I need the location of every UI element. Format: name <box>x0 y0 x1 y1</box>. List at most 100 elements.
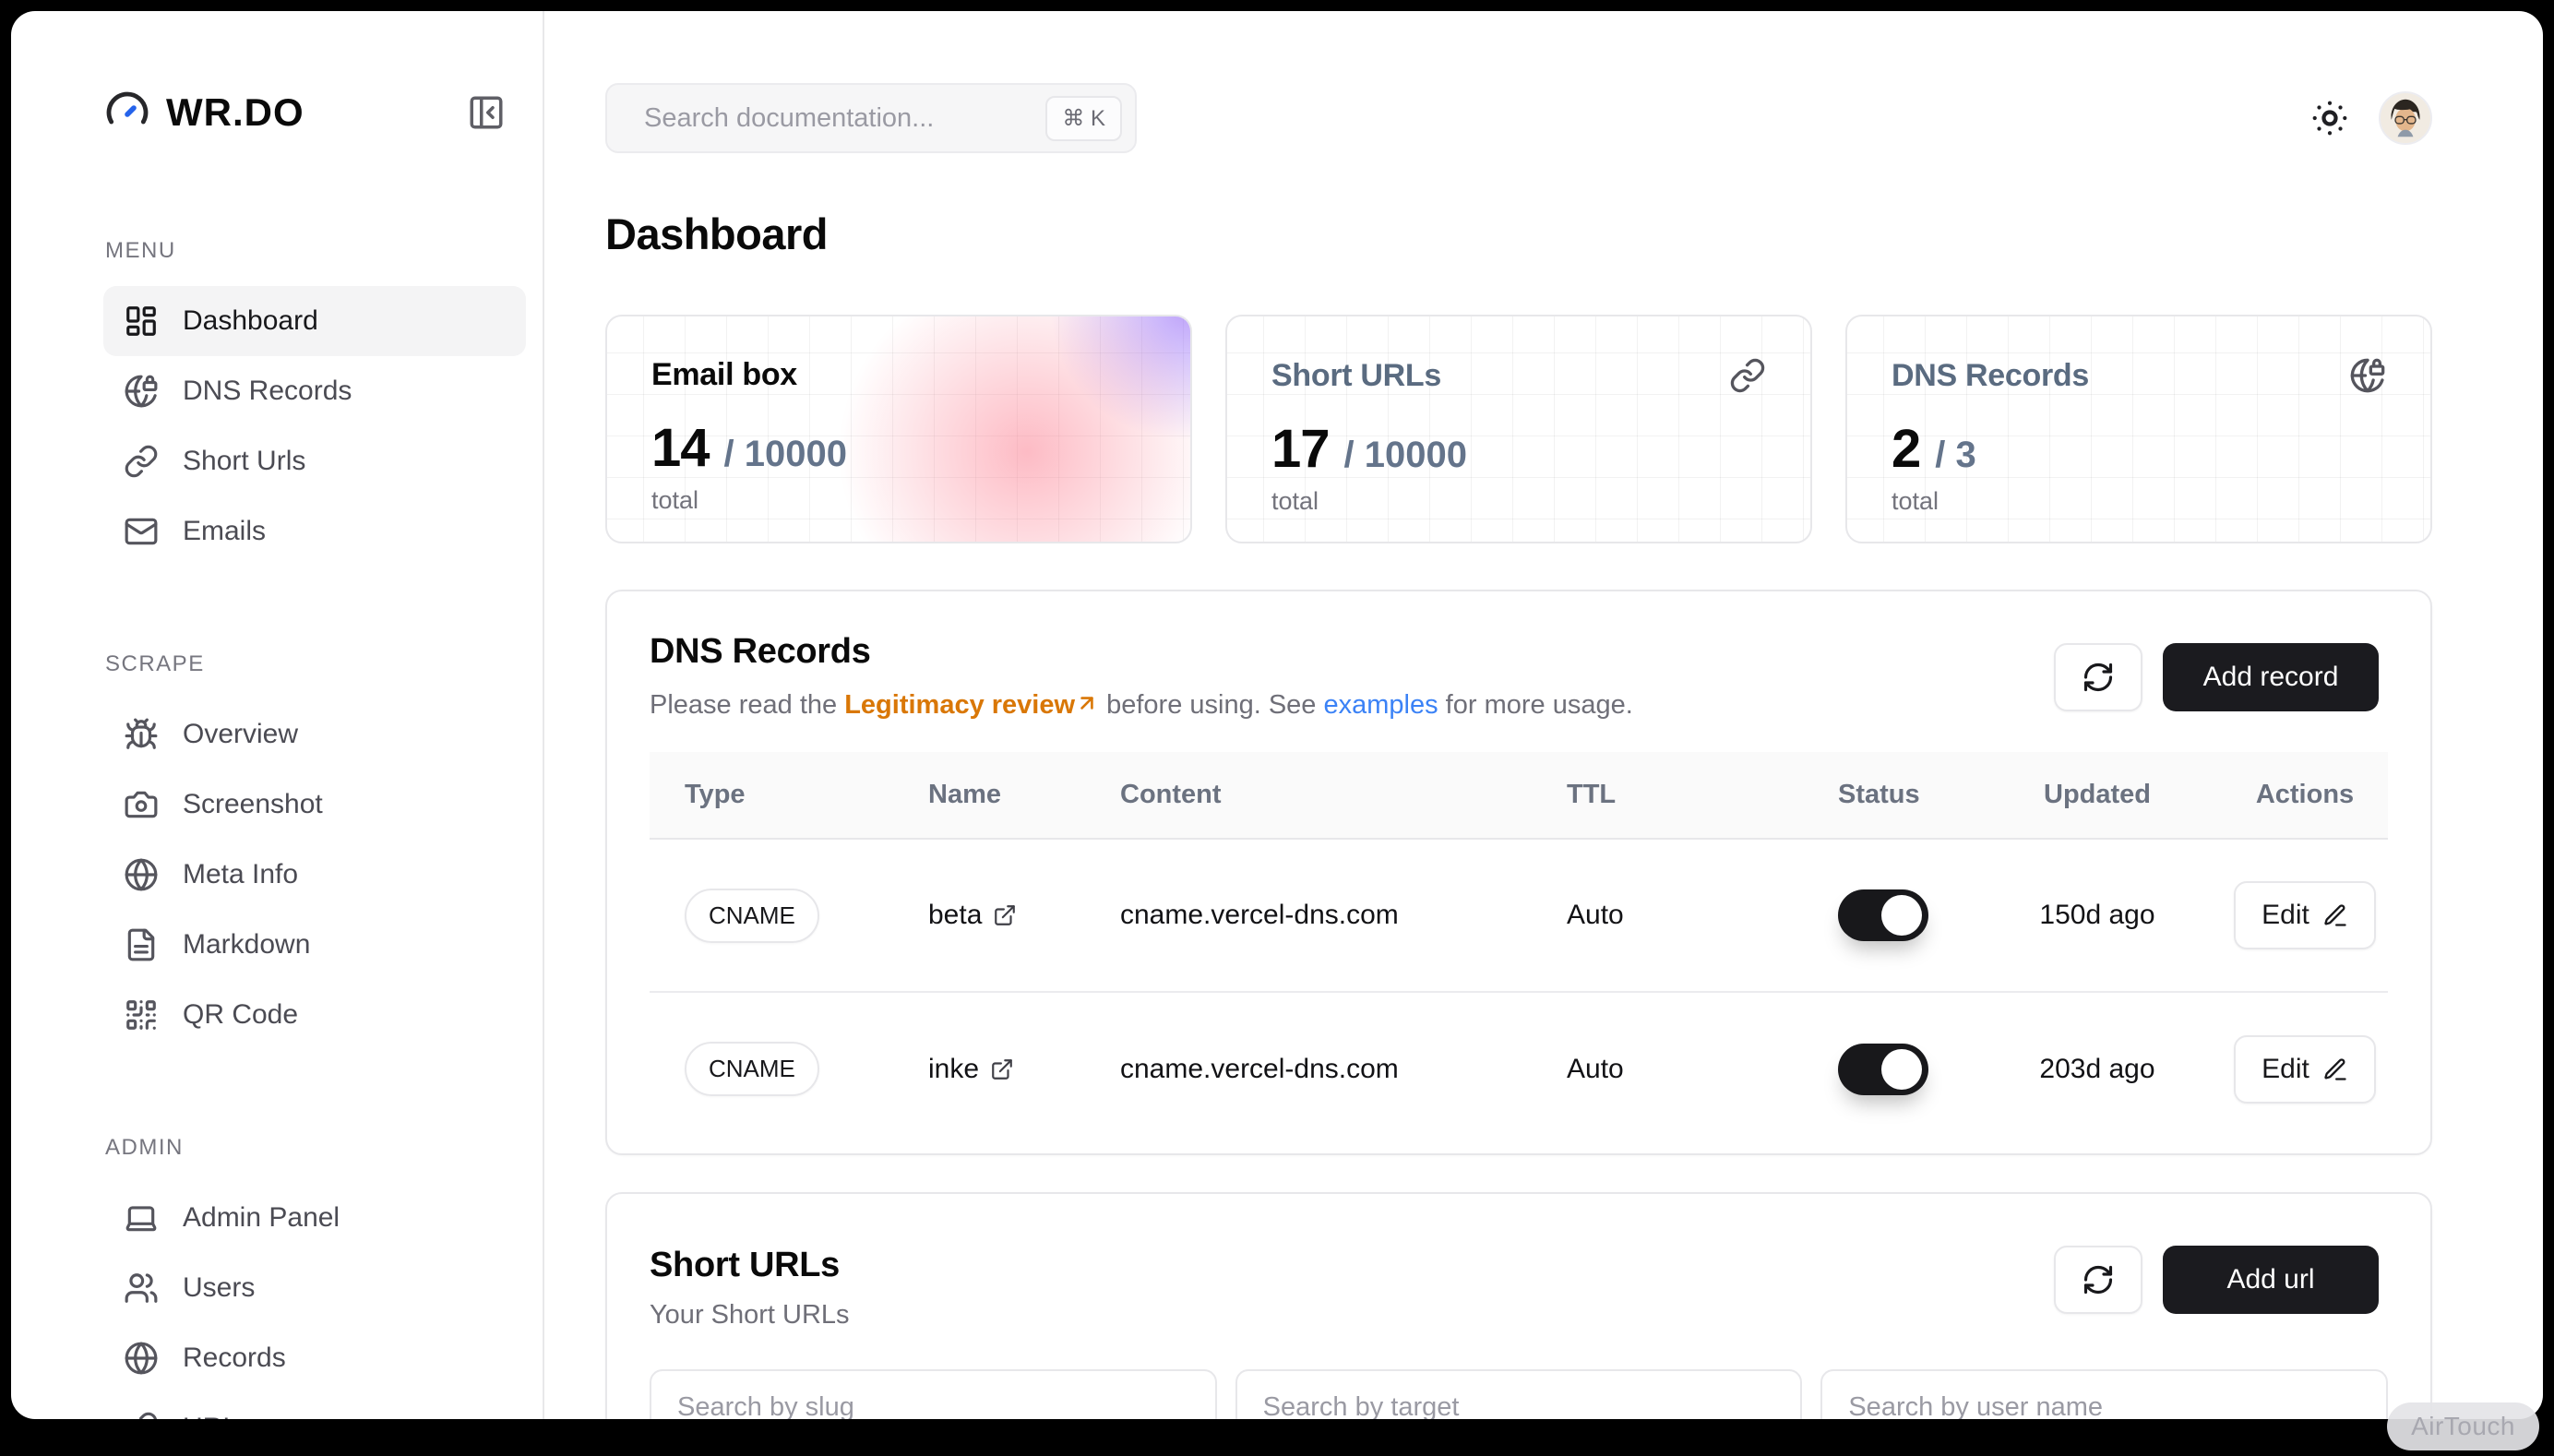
dns-records-panel: DNS Records Please read the Legitimacy r… <box>605 590 2432 1155</box>
edit-label: Edit <box>2262 900 2309 931</box>
sidebar-item-short-urls[interactable]: Short Urls <box>103 426 526 496</box>
sidebar-item-markdown[interactable]: Markdown <box>103 910 526 980</box>
stats-row: Email box 14 / 10000 total Short URLs 17 <box>605 315 2432 543</box>
record-updated: 150d ago <box>1973 839 2222 992</box>
examples-link[interactable]: examples <box>1324 690 1438 720</box>
stat-caption: total <box>651 486 1146 515</box>
users-icon <box>124 1271 159 1306</box>
external-link-icon[interactable] <box>990 1057 1014 1081</box>
legitimacy-review-link[interactable]: Legitimacy review <box>844 690 1075 720</box>
mail-icon <box>124 514 159 549</box>
stat-limit: / 10000 <box>1344 435 1467 476</box>
short-urls-panel: Short URLs Your Short URLs Add url <box>605 1192 2432 1419</box>
record-type-badge: CNAME <box>685 889 819 943</box>
search-by-user-name-input[interactable] <box>1820 1369 2388 1419</box>
sidebar-item-dns-records[interactable]: DNS Records <box>103 356 526 426</box>
refresh-button[interactable] <box>2054 1246 2142 1314</box>
sidebar-item-qr-code[interactable]: QR Code <box>103 980 526 1050</box>
sidebar-item-label: Overview <box>183 719 298 750</box>
record-type-badge: CNAME <box>685 1042 819 1096</box>
app-name: WR.DO <box>166 90 304 135</box>
sidebar-item-meta-info[interactable]: Meta Info <box>103 840 526 910</box>
toggle-knob <box>1881 895 1922 936</box>
qr-code-icon <box>124 997 159 1032</box>
record-updated: 203d ago <box>1973 992 2222 1145</box>
sidebar-item-overview[interactable]: Overview <box>103 699 526 770</box>
add-url-button[interactable]: Add url <box>2163 1246 2379 1314</box>
status-toggle[interactable] <box>1838 1044 1928 1095</box>
page-title: Dashboard <box>605 209 2432 259</box>
sidebar-item-label: Meta Info <box>183 859 298 890</box>
sidebar-item-label: Users <box>183 1272 255 1304</box>
desc-text: Please read the <box>650 690 844 720</box>
sidebar-item-label: QR Code <box>183 999 298 1031</box>
arrow-up-right-icon <box>1075 691 1099 715</box>
refresh-button[interactable] <box>2054 643 2142 711</box>
sidebar-item-label: Emails <box>183 516 266 547</box>
main-content: Search documentation... ⌘ K <box>544 11 2543 1419</box>
col-header-updated: Updated <box>1973 752 2222 839</box>
stat-card-title: Email box <box>651 357 797 393</box>
stat-caption: total <box>1892 487 2386 516</box>
bug-icon <box>124 717 159 752</box>
edit-button[interactable]: Edit <box>2234 1035 2376 1104</box>
stat-card-email-box: Email box 14 / 10000 total <box>605 315 1192 543</box>
sidebar-item-screenshot[interactable]: Screenshot <box>103 770 526 840</box>
stat-value: 17 <box>1271 418 1330 480</box>
col-header-status: Status <box>1803 752 1973 839</box>
pen-icon <box>2322 1056 2348 1082</box>
desc-text: for more usage. <box>1438 690 1633 720</box>
sidebar-nav: MENU Dashboard DNS Records <box>11 238 543 1419</box>
refresh-icon <box>2082 1263 2115 1296</box>
globe-lock-icon <box>2349 357 2386 394</box>
record-content: cname.vercel-dns.com <box>1085 992 1532 1145</box>
link-icon <box>124 444 159 479</box>
sidebar-item-users[interactable]: Users <box>103 1253 526 1323</box>
sidebar-item-dashboard[interactable]: Dashboard <box>103 286 526 356</box>
external-link-icon[interactable] <box>993 903 1017 927</box>
record-name: inke <box>928 1054 979 1085</box>
search-by-target-input[interactable] <box>1235 1369 1803 1419</box>
edit-button[interactable]: Edit <box>2234 881 2376 949</box>
search-input[interactable]: Search documentation... ⌘ K <box>605 83 1137 153</box>
theme-toggle-sun-icon[interactable] <box>2309 97 2351 139</box>
sidebar-item-admin-panel[interactable]: Admin Panel <box>103 1183 526 1253</box>
stat-limit: / 3 <box>1935 435 1975 476</box>
sidebar-item-records[interactable]: Records <box>103 1323 526 1393</box>
stat-card-title: DNS Records <box>1892 358 2089 394</box>
table-row: CNAME inke cname.vercel-dns.com Auto 203… <box>650 992 2388 1145</box>
stat-value: 2 <box>1892 418 1920 480</box>
status-toggle[interactable] <box>1838 889 1928 941</box>
globe-icon <box>124 1341 159 1376</box>
sidebar-item-emails[interactable]: Emails <box>103 496 526 567</box>
sidebar: WR.DO MENU Dashboard <box>11 11 544 1419</box>
link-icon <box>124 1411 159 1419</box>
section-label-scrape: SCRAPE <box>105 651 524 677</box>
record-ttl: Auto <box>1532 839 1803 992</box>
sidebar-item-urls[interactable]: URLs <box>103 1393 526 1419</box>
laptop-icon <box>124 1200 159 1235</box>
shortcut-badge: ⌘ K <box>1045 96 1122 141</box>
edit-label: Edit <box>2262 1054 2309 1085</box>
sidebar-item-label: Screenshot <box>183 789 323 820</box>
col-header-ttl: TTL <box>1532 752 1803 839</box>
globe-icon <box>124 857 159 892</box>
search-by-slug-input[interactable] <box>650 1369 1217 1419</box>
url-filters-row <box>650 1369 2388 1419</box>
toggle-knob <box>1881 1049 1922 1090</box>
stat-caption: total <box>1271 487 1766 516</box>
sidebar-item-label: URLs <box>183 1413 252 1419</box>
section-label-admin: ADMIN <box>105 1135 524 1161</box>
stat-card-title: Short URLs <box>1271 358 1441 394</box>
stat-card-dns-records: DNS Records 2 / 3 total <box>1845 315 2432 543</box>
sidebar-item-label: Dashboard <box>183 305 318 337</box>
link-icon <box>1729 357 1766 394</box>
panel-collapse-icon[interactable] <box>467 93 506 132</box>
layout-dashboard-icon <box>124 304 159 339</box>
wrdo-logo: WR.DO <box>105 90 304 135</box>
user-avatar[interactable] <box>2379 91 2432 145</box>
col-header-content: Content <box>1085 752 1532 839</box>
gauge-logo-icon <box>105 90 149 135</box>
add-record-button[interactable]: Add record <box>2163 643 2379 711</box>
desc-text: before using. See <box>1099 690 1323 720</box>
